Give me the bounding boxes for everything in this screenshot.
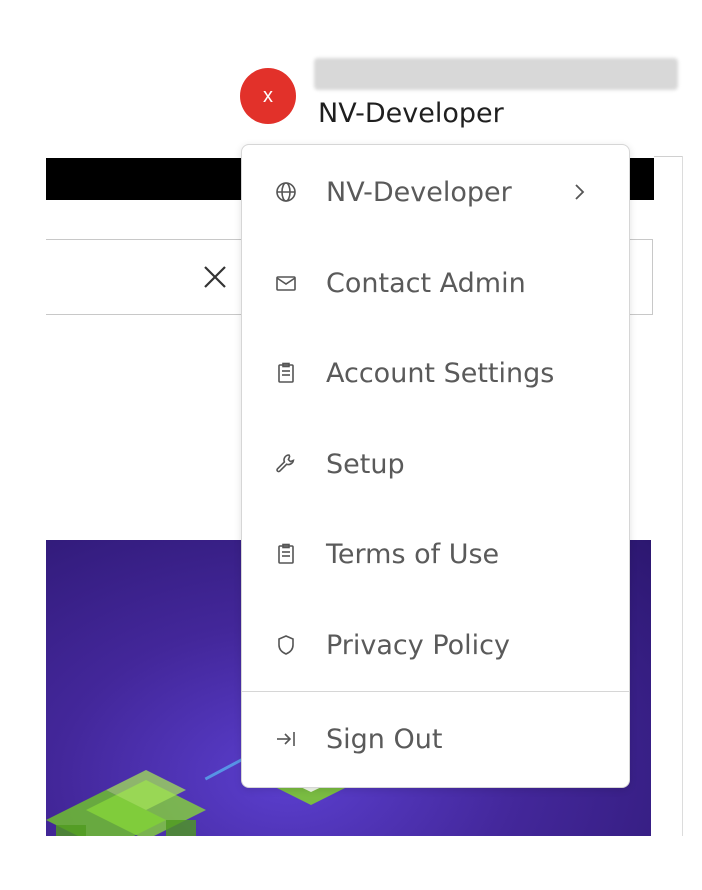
cube-illustration — [46, 770, 206, 836]
menu-item-sign-out[interactable]: Sign Out — [242, 709, 629, 769]
menu-item-setup[interactable]: Setup — [242, 434, 629, 494]
menu-item-label: Privacy Policy — [326, 629, 511, 661]
page-background — [0, 0, 46, 890]
blurred-email — [314, 58, 678, 90]
menu-item-terms-of-use[interactable]: Terms of Use — [242, 524, 629, 584]
shield-icon — [272, 631, 300, 659]
menu-item-label: Terms of Use — [326, 538, 500, 570]
menu-item-contact-admin[interactable]: Contact Admin — [242, 253, 629, 313]
menu-item-privacy-policy[interactable]: Privacy Policy — [242, 615, 629, 675]
divider — [654, 156, 682, 157]
globe-icon — [272, 178, 300, 206]
account-name[interactable]: NV-Developer — [318, 98, 504, 129]
clipboard-icon — [272, 540, 300, 568]
menu-item-label: Setup — [326, 448, 405, 480]
panel-edge — [682, 156, 683, 836]
menu-item-label: Sign Out — [326, 723, 443, 755]
wrench-icon — [272, 450, 300, 478]
mail-icon — [272, 269, 300, 297]
menu-item-label: Account Settings — [326, 357, 555, 389]
menu-item-label: NV-Developer — [326, 176, 512, 208]
menu-item-label: Contact Admin — [326, 267, 526, 299]
sign-out-icon — [272, 725, 300, 753]
menu-item-nv-developer[interactable]: NV-Developer — [242, 162, 629, 222]
menu-item-account-settings[interactable]: Account Settings — [242, 343, 629, 403]
account-dropdown-menu: NV-Developer Contact Admin Account Setti… — [241, 144, 630, 788]
close-icon[interactable] — [200, 262, 230, 292]
clipboard-icon — [272, 359, 300, 387]
menu-divider — [242, 691, 629, 692]
avatar-initial: x — [263, 84, 273, 107]
chevron-right-icon — [570, 178, 590, 206]
page-background — [46, 836, 651, 890]
avatar[interactable]: x — [240, 68, 296, 124]
